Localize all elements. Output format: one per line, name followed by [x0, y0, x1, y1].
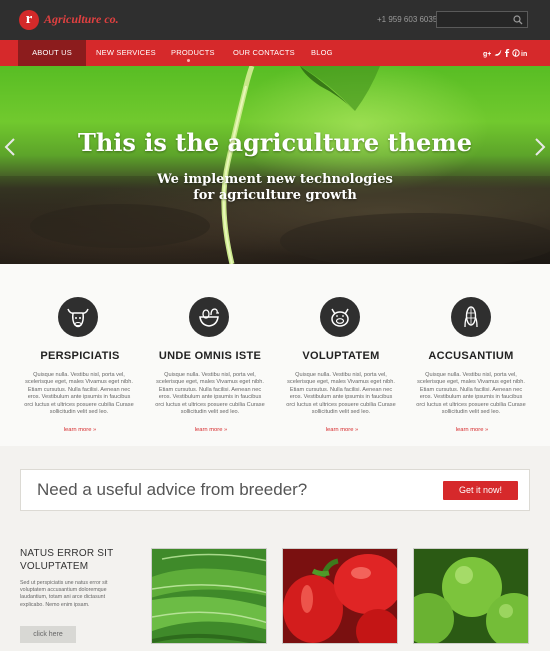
- logo-badge[interactable]: r: [19, 10, 39, 30]
- advice-banner: Need a useful advice from breeder? Get i…: [20, 469, 530, 511]
- section-title: NATUS ERROR SIT VOLUPTATEM: [20, 548, 114, 572]
- svg-text:in: in: [521, 51, 527, 58]
- feature-title: VOLUPTATEM: [302, 350, 380, 362]
- hero-subtitle-line1: We implement new technologies: [157, 172, 393, 187]
- pinterest-icon[interactable]: [512, 48, 520, 58]
- nav-item-about-us[interactable]: ABOUT US: [18, 40, 86, 66]
- sprout-illustration: [30, 66, 550, 264]
- phone-number: +1 959 603 6035: [377, 15, 438, 24]
- section-text: Sed ut perspiciatis une natus error sit …: [20, 580, 108, 608]
- spinach-photo[interactable]: [151, 548, 267, 644]
- learn-more-label: learn more: [325, 427, 354, 433]
- chicken-eggs-icon: [189, 297, 229, 337]
- feature-text: Quisque nulla. Vestibu nisl, porta vel, …: [24, 372, 134, 416]
- learn-more-link[interactable]: learn more »: [312, 427, 372, 433]
- slider-prev-arrow-icon[interactable]: [4, 138, 16, 156]
- main-nav: ABOUT US NEW SERVICES PRODUCTS OUR CONTA…: [0, 40, 550, 66]
- facebook-icon[interactable]: [503, 48, 511, 58]
- banner-text: Need a useful advice from breeder?: [37, 480, 308, 499]
- get-it-now-button[interactable]: Get it now!: [443, 481, 518, 500]
- logo-text[interactable]: Agriculture co.: [44, 12, 119, 27]
- hero-title: This is the agriculture theme: [78, 128, 472, 157]
- feature-title: PERSPICIATIS: [40, 350, 120, 362]
- slider-next-arrow-icon[interactable]: [534, 138, 546, 156]
- nav-item-products[interactable]: PRODUCTS: [171, 40, 215, 66]
- svg-text:g+: g+: [483, 51, 491, 58]
- linkedin-icon[interactable]: in: [521, 48, 529, 58]
- feature-title: UNDE OMNIS ISTE: [158, 350, 262, 362]
- hero-slider: This is the agriculture theme We impleme…: [0, 66, 550, 264]
- pig-head-icon: [320, 297, 360, 337]
- corn-icon: [451, 297, 491, 337]
- feature-text: Quisque nulla. Vestibu nisl, porta vel, …: [286, 372, 396, 416]
- top-header: r Agriculture co. +1 959 603 6035: [0, 0, 550, 40]
- search-input[interactable]: [437, 15, 511, 30]
- bull-head-icon: [58, 297, 98, 337]
- red-peppers-photo[interactable]: [282, 548, 398, 644]
- search-icon[interactable]: [513, 15, 523, 25]
- nav-item-blog[interactable]: BLOG: [311, 40, 333, 66]
- hero-subtitle-line2: for agriculture growth: [193, 188, 357, 203]
- nav-item-our-contacts[interactable]: OUR CONTACTS: [233, 40, 295, 66]
- nav-item-new-services[interactable]: NEW SERVICES: [96, 40, 156, 66]
- learn-more-link[interactable]: learn more »: [181, 427, 241, 433]
- learn-more-label: learn more: [194, 427, 223, 433]
- google-plus-icon[interactable]: g+: [483, 48, 491, 58]
- feature-text: Quisque nulla. Vestibu nisl, porta vel, …: [416, 372, 526, 416]
- learn-more-label: learn more: [63, 427, 92, 433]
- learn-more-link[interactable]: learn more »: [442, 427, 502, 433]
- feature-text: Quisque nulla. Vestibu nisl, porta vel, …: [155, 372, 265, 416]
- feature-title: ACCUSANTIUM: [428, 350, 514, 362]
- submenu-indicator: [187, 59, 190, 62]
- learn-more-label: learn more: [455, 427, 484, 433]
- click-here-button[interactable]: click here: [20, 626, 76, 643]
- green-apples-photo[interactable]: [413, 548, 529, 644]
- search-box: [436, 11, 528, 30]
- twitter-icon[interactable]: [494, 48, 502, 58]
- learn-more-link[interactable]: learn more »: [50, 427, 110, 433]
